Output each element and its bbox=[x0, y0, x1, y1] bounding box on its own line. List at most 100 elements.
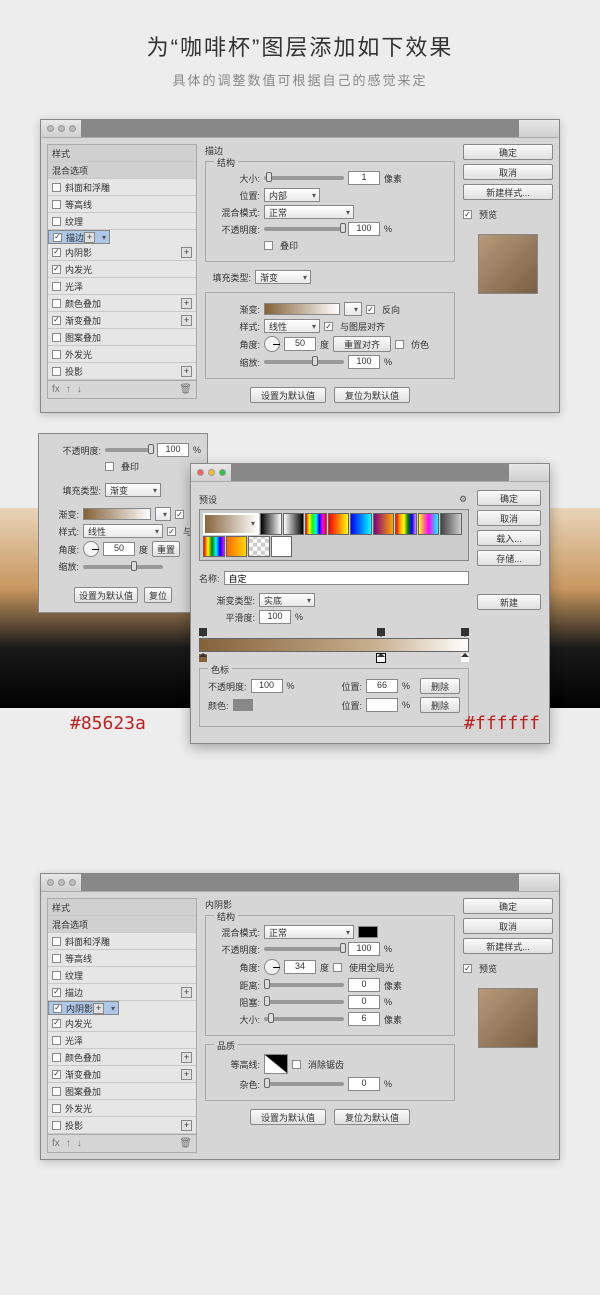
opacity-slider[interactable] bbox=[264, 947, 344, 951]
minimize-icon[interactable] bbox=[58, 125, 65, 132]
dither-checkbox[interactable] bbox=[395, 340, 404, 349]
trash-icon[interactable]: 🗑 bbox=[179, 384, 192, 395]
name-input[interactable] bbox=[224, 571, 469, 585]
new-style-button[interactable]: 新建样式... bbox=[463, 938, 553, 954]
stop-location-input[interactable]: 66 bbox=[366, 679, 398, 693]
make-default-button[interactable]: 设置为默认值 bbox=[74, 587, 138, 603]
choke-input[interactable]: 0 bbox=[348, 995, 380, 1009]
preset-swatch[interactable] bbox=[440, 513, 462, 535]
global-light-checkbox[interactable] bbox=[333, 963, 342, 972]
style-checkbox[interactable] bbox=[52, 217, 61, 226]
size-input[interactable]: 6 bbox=[348, 1012, 380, 1026]
opacity-slider[interactable] bbox=[264, 227, 344, 231]
preset-swatch[interactable] bbox=[203, 513, 259, 535]
reverse-checkbox[interactable] bbox=[366, 305, 375, 314]
style-item-描边[interactable]: 描边+ bbox=[48, 984, 196, 1001]
styles-header[interactable]: 样式 bbox=[48, 145, 196, 162]
preset-swatch[interactable] bbox=[350, 513, 372, 535]
style-checkbox[interactable] bbox=[52, 1036, 61, 1045]
scale-slider[interactable] bbox=[83, 565, 163, 569]
close-icon[interactable] bbox=[197, 469, 204, 476]
reset-default-button[interactable]: 复位为默认值 bbox=[334, 1109, 410, 1125]
size-input[interactable]: 1 bbox=[348, 171, 380, 185]
blend-select[interactable]: 正常 bbox=[264, 925, 354, 939]
reset-button[interactable]: 重置 bbox=[152, 541, 180, 557]
preset-swatch[interactable] bbox=[283, 513, 305, 535]
ok-button[interactable]: 确定 bbox=[477, 490, 541, 506]
style-checkbox[interactable] bbox=[52, 988, 61, 997]
overprint-checkbox[interactable] bbox=[264, 241, 273, 250]
opacity-slider[interactable] bbox=[105, 448, 153, 452]
style-item-投影[interactable]: 投影+ bbox=[48, 363, 196, 380]
add-icon[interactable]: + bbox=[93, 1003, 104, 1014]
align-checkbox[interactable] bbox=[167, 527, 176, 536]
style-item-斜面和浮雕[interactable]: 斜面和浮雕 bbox=[48, 179, 196, 196]
style-checkbox[interactable] bbox=[52, 282, 61, 291]
gradient-swatch[interactable] bbox=[264, 303, 340, 315]
style-checkbox[interactable] bbox=[52, 1121, 61, 1130]
style-item-光泽[interactable]: 光泽 bbox=[48, 278, 196, 295]
angle-dial[interactable] bbox=[264, 959, 280, 975]
fx-icon[interactable]: fx bbox=[52, 384, 60, 395]
overprint-checkbox[interactable] bbox=[105, 462, 114, 471]
stop-location-input2[interactable] bbox=[366, 698, 398, 712]
angle-dial[interactable] bbox=[83, 541, 99, 557]
blend-options[interactable]: 混合选项 bbox=[48, 162, 196, 179]
styles-header[interactable]: 样式 bbox=[48, 899, 196, 916]
add-icon[interactable]: + bbox=[181, 1052, 192, 1063]
style-item-内发光[interactable]: 内发光 bbox=[48, 1015, 196, 1032]
type-select[interactable]: 实底 bbox=[259, 593, 315, 607]
style-item-光泽[interactable]: 光泽 bbox=[48, 1032, 196, 1049]
style-checkbox[interactable] bbox=[52, 299, 61, 308]
noise-slider[interactable] bbox=[264, 1082, 344, 1086]
style-checkbox[interactable] bbox=[52, 350, 61, 359]
gradient-bar[interactable] bbox=[199, 638, 469, 652]
gradient-dropdown[interactable] bbox=[155, 507, 171, 521]
style-item-斜面和浮雕[interactable]: 斜面和浮雕 bbox=[48, 933, 196, 950]
style-checkbox[interactable] bbox=[52, 937, 61, 946]
preset-swatch[interactable] bbox=[373, 513, 395, 535]
preset-swatch[interactable] bbox=[226, 536, 248, 558]
style-checkbox[interactable] bbox=[52, 333, 61, 342]
style-item-投影[interactable]: 投影+ bbox=[48, 1117, 196, 1134]
style-item-外发光[interactable]: 外发光 bbox=[48, 1100, 196, 1117]
ok-button[interactable]: 确定 bbox=[463, 144, 553, 160]
style-item-渐变叠加[interactable]: 渐变叠加+ bbox=[48, 312, 196, 329]
style-checkbox[interactable] bbox=[52, 971, 61, 980]
style-item-内阴影[interactable]: 内阴影+ bbox=[48, 244, 196, 261]
scale-input[interactable]: 100 bbox=[348, 355, 380, 369]
gear-icon[interactable]: ⚙ bbox=[457, 494, 469, 506]
maximize-icon[interactable] bbox=[219, 469, 226, 476]
preset-swatch[interactable] bbox=[305, 513, 327, 535]
antialias-checkbox[interactable] bbox=[292, 1060, 301, 1069]
opacity-input[interactable]: 100 bbox=[348, 222, 380, 236]
reverse-checkbox[interactable] bbox=[175, 510, 184, 519]
style-item-等高线[interactable]: 等高线 bbox=[48, 196, 196, 213]
choke-slider[interactable] bbox=[264, 1000, 344, 1004]
minimize-icon[interactable] bbox=[58, 879, 65, 886]
style-checkbox[interactable] bbox=[52, 316, 61, 325]
minimize-icon[interactable] bbox=[208, 469, 215, 476]
up-icon[interactable]: ↑ bbox=[66, 1138, 71, 1149]
make-default-button[interactable]: 设置为默认值 bbox=[250, 387, 326, 403]
blend-options[interactable]: 混合选项 bbox=[48, 916, 196, 933]
style-checkbox[interactable] bbox=[52, 183, 61, 192]
smooth-input[interactable]: 100 bbox=[259, 610, 291, 624]
color-stop[interactable] bbox=[199, 654, 207, 662]
color-swatch[interactable] bbox=[358, 926, 378, 938]
cancel-button[interactable]: 取消 bbox=[463, 918, 553, 934]
delete-stop-button2[interactable]: 删除 bbox=[420, 697, 460, 713]
style-checkbox[interactable] bbox=[53, 233, 62, 242]
style-checkbox[interactable] bbox=[52, 1104, 61, 1113]
preset-swatch[interactable] bbox=[395, 513, 417, 535]
style-item-纹理[interactable]: 纹理 bbox=[48, 967, 196, 984]
reset-default-button[interactable]: 复位为默认值 bbox=[334, 387, 410, 403]
close-icon[interactable] bbox=[47, 125, 54, 132]
style-checkbox[interactable] bbox=[52, 954, 61, 963]
cancel-button[interactable]: 取消 bbox=[477, 510, 541, 526]
style-item-外发光[interactable]: 外发光 bbox=[48, 346, 196, 363]
distance-input[interactable]: 0 bbox=[348, 978, 380, 992]
make-default-button[interactable]: 设置为默认值 bbox=[250, 1109, 326, 1125]
cancel-button[interactable]: 取消 bbox=[463, 164, 553, 180]
angle-input[interactable]: 50 bbox=[103, 542, 135, 556]
